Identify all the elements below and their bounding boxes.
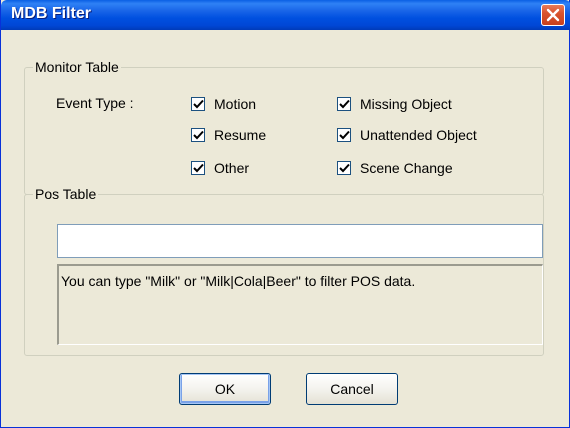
checkbox-box[interactable] xyxy=(337,128,351,142)
event-type-label: Event Type : xyxy=(56,95,134,111)
window-title: MDB Filter xyxy=(11,5,91,22)
monitor-table-legend: Monitor Table xyxy=(33,59,121,75)
checkbox-label: Other xyxy=(214,160,250,176)
checkbox-label: Unattended Object xyxy=(360,127,477,143)
cancel-button[interactable]: Cancel xyxy=(306,373,398,405)
checkbox-box[interactable] xyxy=(191,161,205,175)
checkbox-box[interactable] xyxy=(337,161,351,175)
ok-button[interactable]: OK xyxy=(179,373,271,405)
checkbox-label: Resume xyxy=(214,127,267,143)
close-button[interactable] xyxy=(541,4,565,26)
checkbox-other[interactable]: Other xyxy=(191,160,249,176)
check-icon xyxy=(339,99,350,109)
pos-table-legend: Pos Table xyxy=(33,186,99,202)
check-icon xyxy=(339,130,350,140)
checkbox-missing-object[interactable]: Missing Object xyxy=(337,96,452,112)
title-bar[interactable]: MDB Filter xyxy=(1,0,570,30)
pos-filter-hint: You can type "Milk" or "Milk|Cola|Beer" … xyxy=(57,264,543,345)
mdb-filter-dialog: MDB Filter Monitor Table Event Type : Mo… xyxy=(0,0,570,428)
check-icon xyxy=(193,130,204,140)
checkbox-label: Missing Object xyxy=(360,96,452,112)
checkbox-box[interactable] xyxy=(337,97,351,111)
checkbox-resume[interactable]: Resume xyxy=(191,127,266,143)
check-icon xyxy=(339,163,350,173)
check-icon xyxy=(193,163,204,173)
checkbox-motion[interactable]: Motion xyxy=(191,96,256,112)
checkbox-box[interactable] xyxy=(191,97,205,111)
pos-filter-input[interactable] xyxy=(57,224,543,258)
check-icon xyxy=(193,99,204,109)
checkbox-box[interactable] xyxy=(191,128,205,142)
checkbox-unattended-object[interactable]: Unattended Object xyxy=(337,127,477,143)
checkbox-scene-change[interactable]: Scene Change xyxy=(337,160,453,176)
checkbox-label: Motion xyxy=(214,96,257,112)
checkbox-label: Scene Change xyxy=(360,160,453,176)
